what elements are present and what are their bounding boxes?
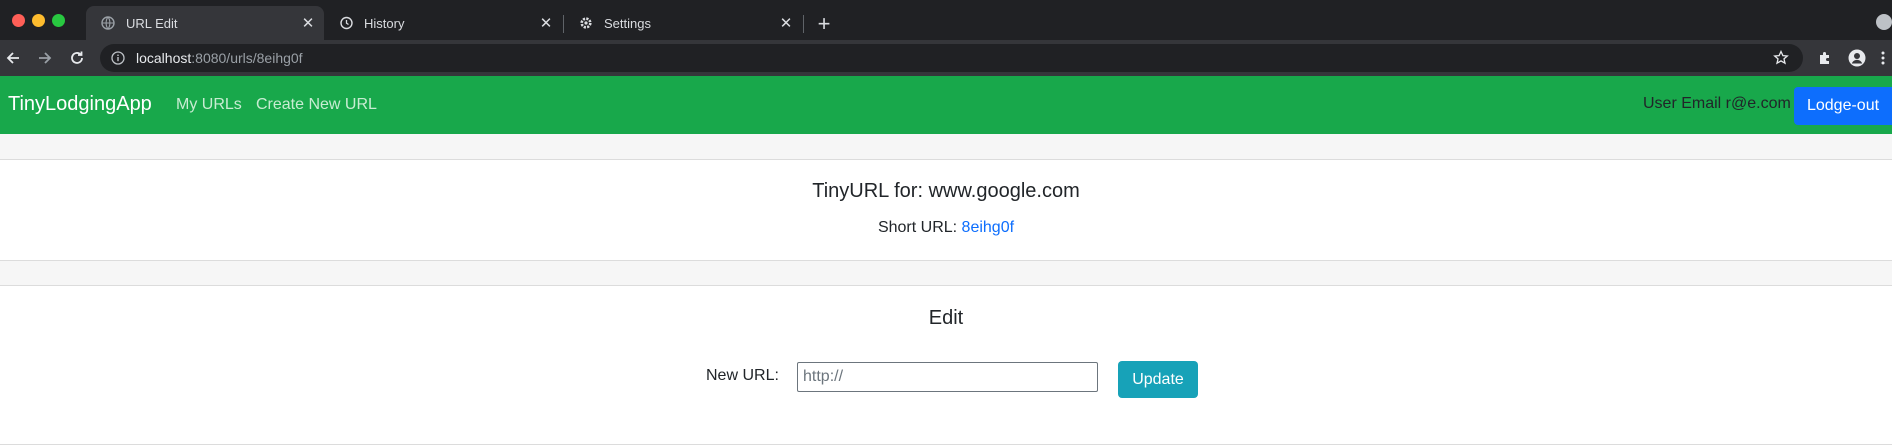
reload-icon[interactable] bbox=[66, 47, 88, 69]
brand-link[interactable]: TinyLodgingApp bbox=[8, 93, 152, 116]
minimize-window-button[interactable] bbox=[32, 14, 45, 27]
new-url-label: New URL: bbox=[706, 367, 779, 384]
browser-menu-icon[interactable] bbox=[1878, 49, 1888, 67]
new-url-input[interactable] bbox=[797, 362, 1098, 392]
section-gap bbox=[0, 261, 1892, 286]
tab-settings[interactable]: Settings ✕ bbox=[564, 6, 802, 40]
logout-button[interactable]: Lodge-out bbox=[1794, 87, 1892, 125]
short-url-card bbox=[0, 159, 1892, 261]
maximize-window-button[interactable] bbox=[52, 14, 65, 27]
address-path: :8080/urls/8eihg0f bbox=[191, 50, 303, 66]
address-url: localhost:8080/urls/8eihg0f bbox=[136, 50, 303, 66]
bookmark-star-icon[interactable] bbox=[1773, 49, 1789, 66]
tab-url-edit[interactable]: URL Edit ✕ bbox=[86, 6, 324, 40]
profile-avatar-icon[interactable] bbox=[1848, 49, 1866, 67]
globe-icon bbox=[100, 15, 116, 31]
new-tab-button[interactable]: + bbox=[812, 11, 836, 36]
tab-search-icon[interactable] bbox=[1876, 14, 1892, 30]
close-tab-icon[interactable]: ✕ bbox=[298, 13, 318, 33]
close-tab-icon[interactable]: ✕ bbox=[536, 13, 556, 33]
short-url-line: Short URL: 8eihg0f bbox=[0, 219, 1892, 237]
tab-label: URL Edit bbox=[126, 15, 178, 31]
close-tab-icon[interactable]: ✕ bbox=[776, 13, 796, 33]
tab-history[interactable]: History ✕ bbox=[324, 6, 562, 40]
user-email: User Email r@e.com bbox=[1643, 95, 1791, 112]
close-window-button[interactable] bbox=[12, 14, 25, 27]
address-host: localhost bbox=[136, 50, 192, 66]
address-bar[interactable]: localhost:8080/urls/8eihg0f bbox=[100, 44, 1803, 72]
app-navbar: TinyLodgingApp My URLs Create New URL Us… bbox=[0, 76, 1892, 134]
update-button[interactable]: Update bbox=[1118, 361, 1198, 398]
nav-link-create-new-url[interactable]: Create New URL bbox=[256, 96, 377, 114]
tab-label: Settings bbox=[604, 15, 651, 31]
nav-link-my-urls[interactable]: My URLs bbox=[176, 96, 242, 114]
edit-title: Edit bbox=[928, 307, 964, 329]
tinyurl-title: TinyURL for: www.google.com bbox=[812, 180, 1080, 202]
forward-icon[interactable] bbox=[34, 47, 56, 69]
history-icon bbox=[338, 15, 354, 31]
short-url-link[interactable]: 8eihg0f bbox=[962, 219, 1015, 236]
browser-tab-bar: URL Edit ✕ History ✕ Settings ✕ + bbox=[0, 0, 1892, 40]
browser-toolbar: localhost:8080/urls/8eihg0f bbox=[0, 40, 1892, 76]
short-url-label: Short URL: bbox=[877, 219, 958, 236]
tab-label: History bbox=[364, 15, 405, 31]
tab-divider bbox=[803, 15, 804, 33]
back-icon[interactable] bbox=[2, 47, 24, 69]
section-gap bbox=[0, 134, 1892, 160]
gear-icon bbox=[578, 15, 594, 31]
site-info-icon[interactable] bbox=[110, 50, 126, 66]
extensions-icon[interactable] bbox=[1816, 49, 1834, 67]
